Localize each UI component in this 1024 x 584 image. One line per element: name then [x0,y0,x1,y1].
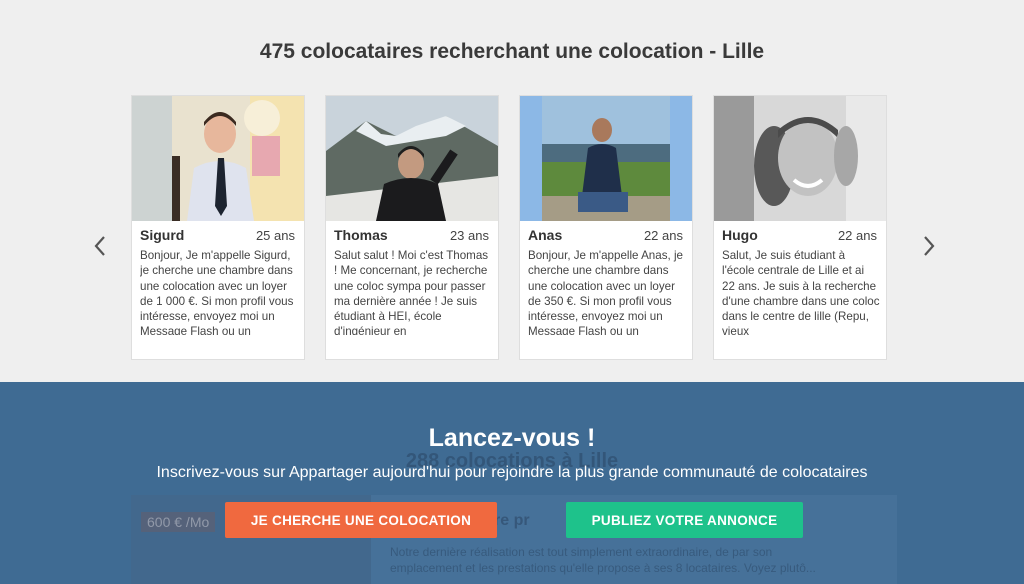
background-listing-price: 600 € /Mo [141,512,216,532]
profile-age: 22 ans [643,228,683,243]
carousel-next-button[interactable] [914,226,944,266]
profile-name: Hugo [722,227,758,243]
profile-photo [326,96,498,221]
background-listing-text: Notre dernière réalisation est tout simp… [390,545,816,575]
profile-photo [714,96,886,221]
cta-title: Lancez-vous ! [428,424,596,452]
profile-card[interactable]: Thomas 23 ans Salut salut ! Moi c'est Th… [325,95,499,360]
profile-card[interactable]: Anas 22 ans Bonjour, Je m'appelle Anas, … [519,95,693,360]
chevron-left-icon [94,236,105,256]
cta-subtitle: Inscrivez-vous sur Appartager aujourd'hu… [156,464,868,481]
profile-name: Thomas [334,227,388,243]
profile-photo [132,96,304,221]
profile-card[interactable]: Sigurd 25 ans Bonjour, Je m'appelle Sigu… [131,95,305,360]
profile-photo [520,96,692,221]
profile-name: Anas [528,227,563,243]
publish-listing-button[interactable]: PUBLIEZ VOTRE ANNONCE [566,502,803,538]
profile-description: Bonjour, Je m'appelle Anas, je cherche u… [528,249,683,335]
profile-description: Salut, Je suis étudiant à l'école centra… [722,249,880,335]
roommates-section: 475 colocataires recherchant une colocat… [0,0,1024,382]
profile-age: 22 ans [837,228,877,243]
profile-card[interactable]: Hugo 22 ans Salut, Je suis étudiant à l'… [713,95,887,360]
carousel-prev-button[interactable] [85,226,115,266]
chevron-right-icon [924,236,935,256]
profile-age: 25 ans [255,228,295,243]
profile-name: Sigurd [140,227,185,243]
profile-description: Salut salut ! Moi c'est Thomas ! Me conc… [334,249,489,335]
section-title: 475 colocataires recherchant une colocat… [259,40,765,63]
search-room-button[interactable]: JE CHERCHE UNE COLOCATION [225,502,497,538]
profile-age: 23 ans [449,228,489,243]
signup-banner: 288 colocations à Lille 600 € /Mo entre … [0,382,1024,584]
profile-description: Bonjour, Je m'appelle Sigurd, je cherche… [140,249,294,335]
